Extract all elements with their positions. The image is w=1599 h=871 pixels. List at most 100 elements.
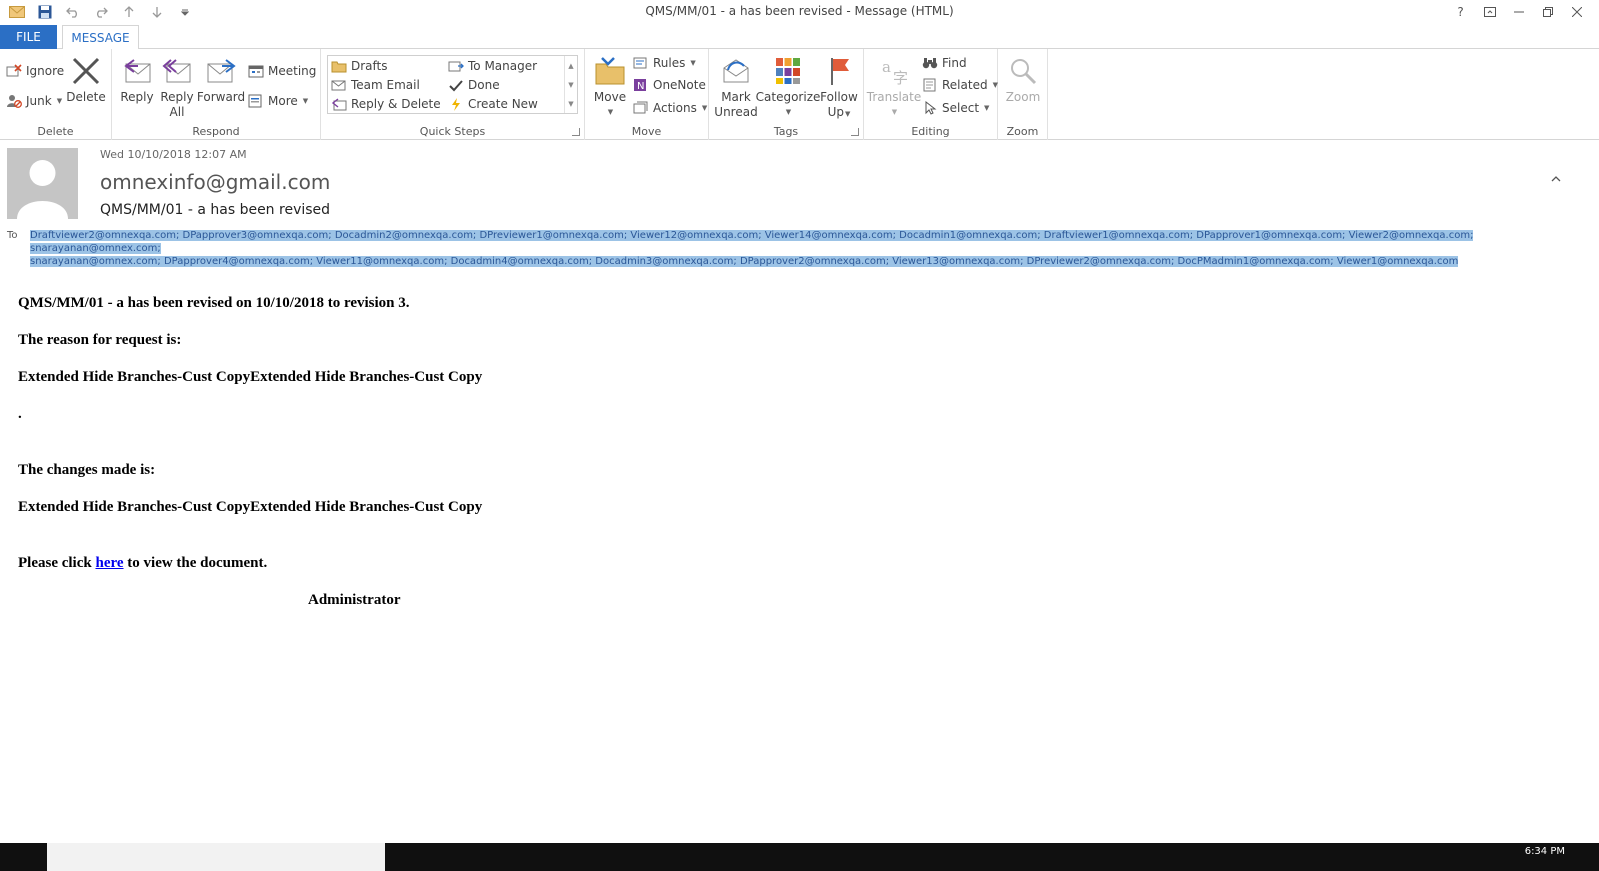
previous-item-icon[interactable]	[118, 2, 140, 22]
onenote-button[interactable]: N OneNote	[633, 75, 706, 95]
select-label: Select	[942, 101, 980, 115]
redo-icon[interactable]	[90, 2, 112, 22]
tags-launcher-icon[interactable]	[851, 128, 859, 136]
to-label: To	[7, 230, 18, 241]
help-button[interactable]: ?	[1446, 0, 1475, 24]
quick-step-drafts[interactable]: Drafts	[331, 56, 388, 76]
related-button[interactable]: Related ▼	[922, 75, 998, 95]
body-changes-text: Extended Hide Branches-Cust CopyExtended…	[18, 499, 483, 515]
help-label: ?	[1457, 5, 1464, 19]
body-changes-heading: The changes made is:	[18, 462, 156, 478]
person-silhouette-icon	[17, 160, 68, 219]
restore-icon[interactable]	[1533, 0, 1562, 24]
minimize-icon[interactable]	[1504, 0, 1533, 24]
save-icon[interactable]	[34, 2, 56, 22]
junk-button[interactable]: Junk ▼	[6, 91, 62, 111]
find-button[interactable]: Find	[922, 53, 967, 73]
move-button[interactable]: Move ▼	[593, 54, 627, 120]
checkmark-icon	[448, 77, 464, 93]
magnifier-icon	[1006, 54, 1040, 88]
window-title: QMS/MM/01 - a has been revised - Message…	[645, 4, 954, 18]
tab-file[interactable]: FILE	[0, 25, 57, 49]
quick-step-create-new[interactable]: Create New	[448, 94, 538, 114]
onenote-icon: N	[633, 77, 649, 93]
quick-step-done[interactable]: Done	[448, 75, 500, 95]
close-icon[interactable]	[1562, 0, 1591, 24]
svg-text:N: N	[637, 81, 644, 92]
meeting-button[interactable]: Meeting	[248, 61, 316, 81]
forward-button[interactable]: Forward	[196, 54, 246, 105]
translate-icon: a字	[877, 54, 911, 88]
meeting-label: Meeting	[268, 64, 317, 78]
sender-address[interactable]: omnexinfo@gmail.com	[100, 170, 330, 194]
translate-dropdown-icon: ▼	[891, 108, 898, 116]
forward-label: Forward	[196, 90, 246, 104]
to-manager-icon	[448, 58, 464, 74]
zoom-group-label: Zoom	[1006, 125, 1039, 138]
follow-up-button[interactable]: Follow Up▼	[819, 54, 859, 122]
quick-step-reply-delete-label: Reply & Delete	[351, 97, 441, 111]
zoom-button[interactable]: Zoom	[1002, 54, 1044, 105]
junk-dropdown-icon: ▼	[56, 97, 63, 105]
cursor-icon	[922, 100, 938, 116]
click-prefix: Please click	[18, 555, 96, 571]
more-respond-button[interactable]: More ▼	[248, 91, 308, 111]
taskbar-search-box[interactable]	[47, 843, 385, 871]
translate-button[interactable]: a字 Translate ▼	[867, 54, 922, 120]
recipients-line-2[interactable]: snarayanan@omnex.com; DPapprover4@omnexq…	[30, 256, 1459, 267]
message-subject: QMS/MM/01 - a has been revised	[100, 202, 331, 218]
tab-message[interactable]: MESSAGE	[62, 25, 139, 50]
window-controls: ?	[1446, 0, 1591, 24]
recipients-line-1[interactable]: Draftviewer2@omnexqa.com; DPapprover3@om…	[30, 230, 1474, 254]
customize-toolbar-icon[interactable]	[174, 2, 196, 22]
move-dropdown-icon: ▼	[607, 108, 614, 116]
rules-label: Rules	[653, 56, 686, 70]
quick-step-to-manager[interactable]: To Manager	[448, 56, 537, 76]
rules-button[interactable]: Rules ▼	[633, 53, 696, 73]
ribbon-tabs: FILE MESSAGE	[0, 24, 1599, 50]
find-label: Find	[942, 56, 967, 70]
actions-button[interactable]: Actions ▼	[633, 98, 707, 118]
scroll-up-icon[interactable]: ▲	[565, 56, 577, 75]
quick-step-reply-delete[interactable]: Reply & Delete	[331, 94, 441, 114]
respond-group-label: Respond	[192, 125, 240, 138]
junk-label: Junk	[26, 94, 52, 108]
categorize-button[interactable]: Categorize ▼	[756, 54, 820, 120]
ribbon-display-options-icon[interactable]	[1475, 0, 1504, 24]
avatar	[7, 148, 78, 219]
reply-all-button[interactable]: Reply All	[158, 54, 196, 120]
actions-dropdown-icon: ▼	[701, 104, 708, 112]
quick-steps-gallery: Drafts Team Email Reply & Delete To Mana…	[327, 55, 578, 114]
ignore-icon	[6, 63, 22, 79]
recipients-list[interactable]: Draftviewer2@omnexqa.com; DPapprover3@om…	[30, 229, 1520, 268]
next-item-icon[interactable]	[146, 2, 168, 22]
gallery-expand-icon[interactable]: ▼	[565, 94, 577, 113]
ribbon: Ignore Junk ▼ Delete Delete Reply Reply …	[0, 49, 1599, 182]
delete-group: Ignore Junk ▼ Delete Delete	[0, 49, 112, 140]
body-click-line: Please click here to view the document.	[18, 555, 267, 572]
quick-steps-launcher-icon[interactable]	[572, 128, 580, 136]
rules-dropdown-icon: ▼	[690, 59, 696, 67]
follow-up-label-2: Up	[827, 105, 844, 119]
scroll-down-icon[interactable]: ▼	[565, 75, 577, 94]
undo-icon[interactable]	[62, 2, 84, 22]
move-group-label: Move	[631, 125, 662, 138]
select-button[interactable]: Select ▼	[922, 98, 989, 118]
view-document-link[interactable]: here	[95, 555, 123, 571]
delete-button[interactable]: Delete	[66, 54, 106, 105]
folder-icon	[331, 58, 347, 74]
taskbar: 6:34 PM	[0, 843, 1599, 871]
more-dropdown-icon: ▼	[302, 97, 309, 105]
select-dropdown-icon: ▼	[984, 104, 990, 112]
reply-button[interactable]: Reply	[118, 54, 156, 105]
quick-steps-scrollbar[interactable]: ▲ ▼ ▼	[564, 56, 577, 113]
collapse-ribbon-icon[interactable]	[1551, 174, 1561, 185]
categorize-label: Categorize	[755, 90, 821, 104]
lightning-icon	[448, 96, 464, 112]
quick-step-team-email[interactable]: Team Email	[331, 75, 420, 95]
taskbar-clock: 6:34 PM	[1524, 846, 1565, 857]
actions-label: Actions	[653, 101, 697, 115]
categorize-dropdown-icon: ▼	[785, 108, 792, 116]
mark-unread-button[interactable]: Mark Unread	[714, 54, 758, 120]
ignore-button[interactable]: Ignore	[6, 61, 64, 81]
